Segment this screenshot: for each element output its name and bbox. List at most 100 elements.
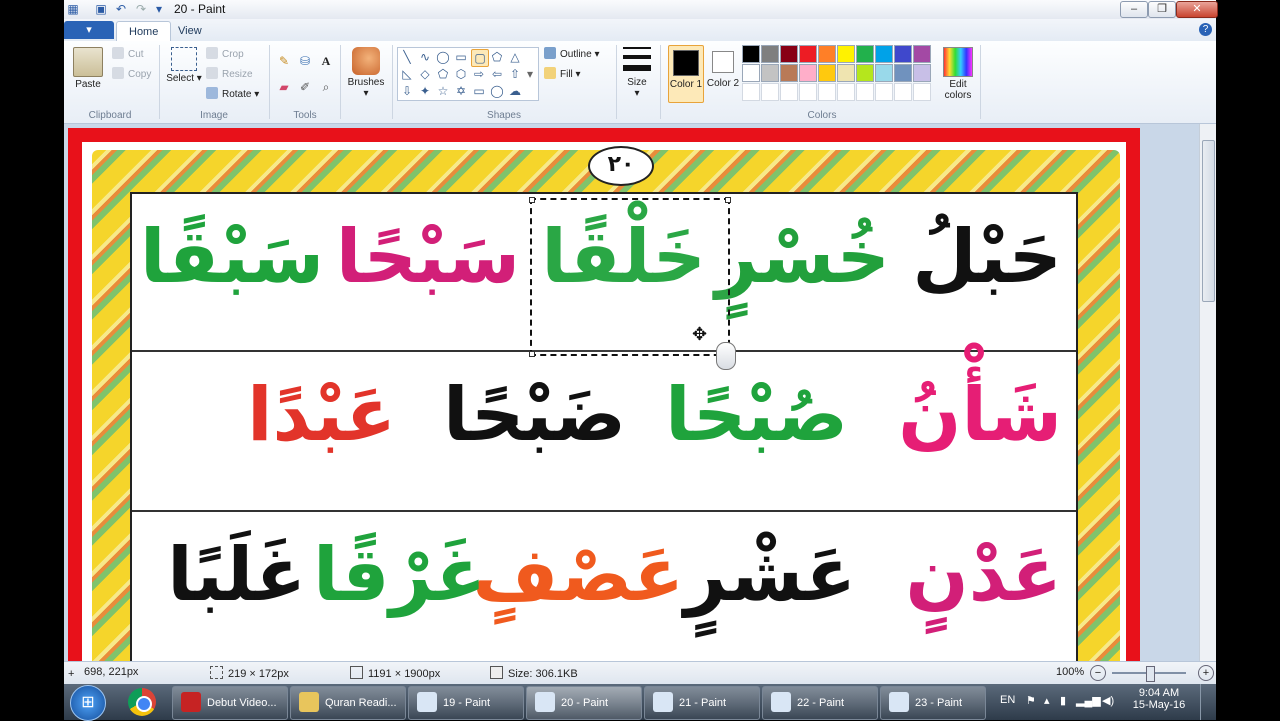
palette-swatch[interactable] xyxy=(799,45,817,63)
select-button[interactable]: Select ▾ xyxy=(166,47,202,84)
palette-swatch[interactable] xyxy=(856,83,874,101)
rectangle-shape-icon[interactable]: ▭ xyxy=(453,49,469,65)
down-arrow-shape-icon[interactable]: ⇩ xyxy=(399,83,415,99)
palette-swatch[interactable] xyxy=(837,83,855,101)
rotate-button[interactable]: Rotate ▾ xyxy=(206,87,259,103)
palette-swatch[interactable] xyxy=(875,64,893,82)
four-point-star-icon[interactable]: ✦ xyxy=(417,83,433,99)
palette-swatch[interactable] xyxy=(913,45,931,63)
triangle-shape-icon[interactable]: △ xyxy=(507,49,523,65)
close-button[interactable]: ✕ xyxy=(1176,1,1218,18)
show-hidden-icons-icon[interactable]: ▴ xyxy=(1044,694,1050,707)
palette-swatch[interactable] xyxy=(742,64,760,82)
save-icon[interactable]: ▣ xyxy=(94,2,108,16)
volume-icon[interactable]: ◀) xyxy=(1102,694,1114,707)
line-shape-icon[interactable]: ╲ xyxy=(399,49,415,65)
minimize-button[interactable]: – xyxy=(1120,1,1148,18)
shapes-more-icon[interactable]: ▾ xyxy=(524,66,536,82)
tab-home[interactable]: Home xyxy=(116,21,172,42)
palette-swatch[interactable] xyxy=(818,45,836,63)
zoom-out-button[interactable]: − xyxy=(1090,665,1106,681)
callout-rect-icon[interactable]: ▭ xyxy=(471,83,487,99)
customize-quick-access-icon[interactable]: ▾ xyxy=(152,2,166,16)
palette-swatch[interactable] xyxy=(761,64,779,82)
text-tool-icon[interactable]: A xyxy=(316,51,336,71)
resize-button[interactable]: Resize xyxy=(206,67,253,83)
paint-canvas[interactable]: ٢٠ حَبْلُ خُسْرٍ خَلْقًا سَبْحًا سَبْقًا… xyxy=(68,128,1140,661)
callout-oval-icon[interactable]: ◯ xyxy=(489,83,505,99)
help-icon[interactable]: ? xyxy=(1199,23,1212,36)
polygon-shape-icon[interactable]: ⬠ xyxy=(489,49,505,65)
paste-button[interactable]: Paste xyxy=(70,47,106,90)
palette-swatch[interactable] xyxy=(856,64,874,82)
show-desktop-button[interactable] xyxy=(1200,684,1217,720)
oval-shape-icon[interactable]: ◯ xyxy=(435,49,451,65)
color-picker-icon[interactable]: ✐ xyxy=(295,77,315,97)
fill-bucket-icon[interactable]: ⛁ xyxy=(295,51,315,71)
palette-swatch[interactable] xyxy=(761,45,779,63)
taskbar-item-paint-20[interactable]: 20 - Paint xyxy=(526,686,642,720)
up-arrow-shape-icon[interactable]: ⇧ xyxy=(507,66,523,82)
right-triangle-shape-icon[interactable]: ◺ xyxy=(399,66,415,82)
palette-swatch[interactable] xyxy=(837,64,855,82)
chrome-icon[interactable] xyxy=(128,688,156,716)
file-menu-button[interactable]: ▾ xyxy=(64,21,114,39)
palette-swatch[interactable] xyxy=(818,83,836,101)
palette-swatch[interactable] xyxy=(894,45,912,63)
five-point-star-icon[interactable]: ☆ xyxy=(435,83,451,99)
palette-swatch[interactable] xyxy=(837,45,855,63)
scrollbar-thumb[interactable] xyxy=(1202,140,1215,302)
maximize-button[interactable]: ❐ xyxy=(1148,1,1176,18)
brushes-button[interactable]: Brushes ▾ xyxy=(346,47,386,99)
palette-swatch[interactable] xyxy=(856,45,874,63)
taskbar-item-debut-video[interactable]: Debut Video... xyxy=(172,686,288,720)
palette-swatch[interactable] xyxy=(875,83,893,101)
crop-button[interactable]: Crop xyxy=(206,47,244,63)
cut-button[interactable]: Cut xyxy=(112,47,144,63)
selection-handle[interactable] xyxy=(529,197,535,203)
edit-colors-button[interactable]: Edit colors xyxy=(940,47,976,101)
diamond-shape-icon[interactable]: ◇ xyxy=(417,66,433,82)
hexagon-shape-icon[interactable]: ⬡ xyxy=(453,66,469,82)
zoom-in-button[interactable]: + xyxy=(1198,665,1214,681)
taskbar-item-paint-22[interactable]: 22 - Paint xyxy=(762,686,878,720)
palette-swatch[interactable] xyxy=(742,83,760,101)
start-button[interactable]: ⊞ xyxy=(70,685,106,721)
selection-handle[interactable] xyxy=(725,197,731,203)
network-icon[interactable]: ▂▄▆ xyxy=(1076,694,1101,707)
palette-swatch[interactable] xyxy=(894,64,912,82)
palette-swatch[interactable] xyxy=(780,45,798,63)
redo-icon[interactable]: ↷ xyxy=(134,2,148,16)
curve-shape-icon[interactable]: ∿ xyxy=(417,49,433,65)
fill-button[interactable]: Fill ▾ xyxy=(544,67,581,83)
palette-swatch[interactable] xyxy=(818,64,836,82)
taskbar-item-quran-reading[interactable]: Quran Readi... xyxy=(290,686,406,720)
tab-view[interactable]: View xyxy=(166,21,214,41)
magnifier-icon[interactable]: ⌕ xyxy=(316,77,336,97)
palette-swatch[interactable] xyxy=(913,83,931,101)
copy-button[interactable]: Copy xyxy=(112,67,151,83)
right-arrow-shape-icon[interactable]: ⇨ xyxy=(471,66,487,82)
palette-swatch[interactable] xyxy=(761,83,779,101)
palette-swatch[interactable] xyxy=(799,64,817,82)
eraser-icon[interactable]: ▰ xyxy=(274,77,294,97)
palette-swatch[interactable] xyxy=(780,83,798,101)
palette-swatch[interactable] xyxy=(894,83,912,101)
palette-swatch[interactable] xyxy=(913,64,931,82)
shapes-gallery[interactable]: ╲ ∿ ◯ ▭ ▢ ⬠ △ ◺ ◇ ⬠ ⬡ ⇨ ⇦ ⇧ ⇩ ✦ ☆ ✡ ▭ ◯ … xyxy=(397,47,539,101)
clock[interactable]: 9:04 AM 15-May-16 xyxy=(1130,687,1188,711)
pencil-icon[interactable]: ✎ xyxy=(274,51,294,71)
callout-cloud-icon[interactable]: ☁ xyxy=(507,83,523,99)
taskbar-item-paint-21[interactable]: 21 - Paint xyxy=(644,686,760,720)
vertical-scrollbar[interactable] xyxy=(1199,124,1216,661)
color2-button[interactable]: Color 2 xyxy=(706,45,740,101)
size-button[interactable]: Size ▾ xyxy=(620,47,654,99)
taskbar-item-paint-19[interactable]: 19 - Paint xyxy=(408,686,524,720)
zoom-slider-thumb[interactable] xyxy=(1146,666,1155,682)
six-point-star-icon[interactable]: ✡ xyxy=(453,83,469,99)
language-indicator[interactable]: EN xyxy=(1000,694,1015,706)
taskbar-item-paint-23[interactable]: 23 - Paint xyxy=(880,686,986,720)
rounded-rectangle-shape-icon[interactable]: ▢ xyxy=(471,49,489,67)
left-arrow-shape-icon[interactable]: ⇦ xyxy=(489,66,505,82)
pentagon-shape-icon[interactable]: ⬠ xyxy=(435,66,451,82)
